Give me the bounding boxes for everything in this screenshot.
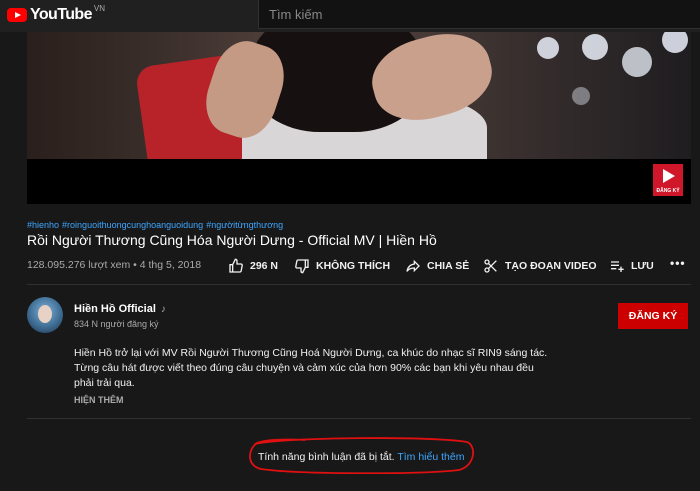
subscribe-watermark[interactable]: ĐĂNG KÝ — [653, 164, 683, 196]
top-bar: YouTube VN Tìm kiếm — [0, 0, 700, 32]
video-frame — [27, 32, 691, 159]
youtube-logo[interactable]: YouTube VN — [7, 3, 105, 24]
hashtag-link[interactable]: #roinguoithuongcunghoanguoidung — [62, 220, 203, 230]
playlist-add-icon — [611, 261, 624, 272]
show-more-button[interactable]: HIỆN THÊM — [74, 395, 124, 405]
divider — [27, 418, 691, 419]
share-arrow-icon — [406, 259, 420, 273]
search-input[interactable]: Tìm kiếm — [258, 0, 700, 29]
youtube-play-icon — [7, 8, 27, 22]
description-line: Từng câu hát được viết theo đúng câu chu… — [74, 362, 534, 374]
scene-bokeh — [582, 34, 608, 60]
scene-bokeh — [622, 47, 652, 77]
thumbs-down-icon — [295, 259, 309, 274]
hand-drawn-circle-annotation — [249, 437, 474, 474]
subscribe-button[interactable]: ĐĂNG KÝ — [618, 303, 688, 329]
channel-name-text: Hiền Hồ Official — [74, 303, 156, 315]
description-line: phải trải qua. — [74, 377, 135, 389]
description-line: Hiền Hồ trở lại với MV Rồi Người Thương … — [74, 347, 548, 359]
channel-name[interactable]: Hiền Hồ Official ♪ — [74, 303, 166, 315]
subscribe-watermark-label: ĐĂNG KÝ — [656, 188, 680, 194]
dislike-label: KHÔNG THÍCH — [316, 260, 391, 272]
share-label: CHIA SẺ — [427, 260, 470, 272]
video-title: Rồi Người Thương Cũng Hóa Người Dưng - O… — [27, 232, 437, 248]
scene-bokeh — [662, 32, 688, 53]
subscriber-count: 834 N người đăng ký — [74, 319, 159, 329]
clip-label: TẠO ĐOẠN VIDEO — [505, 260, 597, 272]
search-placeholder: Tìm kiếm — [269, 7, 323, 22]
scene-bokeh — [537, 37, 559, 59]
like-button[interactable]: 296 N — [228, 258, 278, 274]
like-count: 296 N — [250, 260, 279, 272]
hashtag-list: #hienho #roinguoithuongcunghoanguoidung #n… — [27, 220, 286, 230]
video-description: Hiền Hồ trở lại với MV Rồi Người Thương … — [74, 346, 548, 391]
divider — [27, 284, 691, 285]
hashtag-link[interactable]: #ngườitừngthương — [206, 220, 283, 230]
scissors-icon — [484, 259, 497, 273]
hashtag-link[interactable]: #hienho — [27, 220, 59, 230]
save-label: LƯU — [631, 260, 654, 272]
view-count-date: 128.095.276 lượt xem • 4 thg 5, 2018 — [27, 259, 202, 271]
region-code: VN — [93, 3, 105, 13]
more-actions-button[interactable]: ••• — [670, 256, 686, 270]
scene-bokeh — [572, 87, 590, 105]
video-player[interactable]: ĐĂNG KÝ — [27, 32, 691, 204]
more-dots-icon: ••• — [670, 256, 686, 270]
create-clip-button[interactable]: TẠO ĐOẠN VIDEO — [483, 258, 597, 274]
thumbs-up-icon — [229, 258, 243, 273]
dislike-button[interactable]: KHÔNG THÍCH — [294, 258, 390, 274]
save-button[interactable]: LƯU — [609, 258, 654, 274]
music-note-icon: ♪ — [160, 303, 166, 315]
logo-text: YouTube — [30, 6, 92, 23]
share-button[interactable]: CHIA SẺ — [405, 258, 469, 274]
channel-avatar[interactable] — [27, 297, 63, 333]
